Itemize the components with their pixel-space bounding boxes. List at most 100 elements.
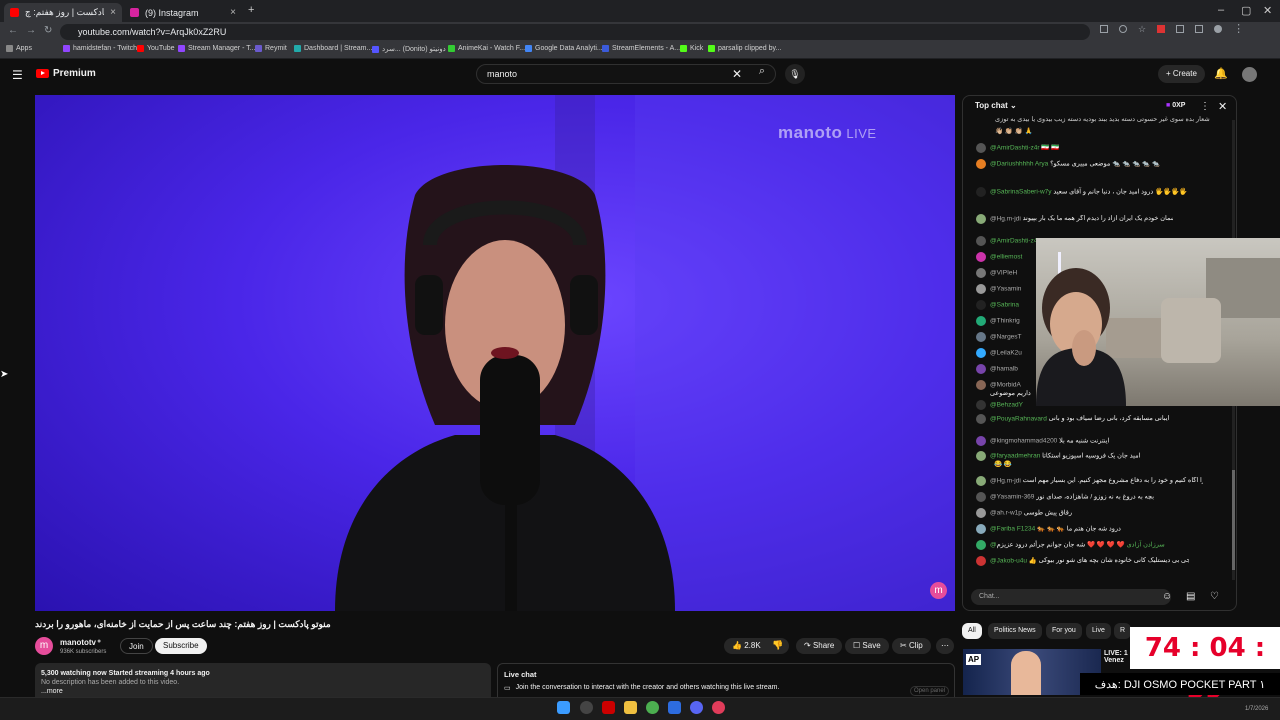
chat-mode-dropdown[interactable]: Top chat ⌄ [975,101,1017,110]
heart-icon[interactable]: ♡ [1210,591,1219,602]
goal-caption: DJI OSMO POCKET PART ۱ :هدف [1080,673,1280,695]
chat-menu-dots-icon[interactable]: ⋮ [1200,101,1210,112]
verified-icon: ● [97,638,102,645]
install-icon[interactable] [1100,25,1108,33]
close-chat-icon[interactable]: ✕ [1218,100,1227,113]
search-icon[interactable]: ⌕ [750,65,774,83]
more-actions-button[interactable]: ⋯ [936,638,954,654]
thumbnail-person [1011,651,1041,695]
bookmark-item[interactable]: سرد... (Donito) دونیتو [372,45,446,53]
recommended-video-title[interactable]: LIVE: 1 Venez [1104,650,1128,664]
windows-taskbar [0,697,1280,720]
user-avatar [976,300,986,310]
microphone-icon[interactable]: 🎙 [785,64,805,84]
taskbar-app-icon[interactable] [602,701,615,714]
chip-r[interactable]: R [1114,623,1132,639]
mouse-cursor-icon: ➤ [0,369,9,380]
chat-message: @Yasamin-369 بچه به دروغ به نه زوزو / شا… [976,492,1154,502]
search-input[interactable]: manoto [476,64,776,84]
chat-message: @elliemost [976,252,1022,262]
dislike-icon[interactable]: 👎 [772,640,783,651]
user-avatar [976,236,986,246]
taskbar-app-icon[interactable] [668,701,681,714]
bookmark-item[interactable]: Stream Manager - T... [178,45,256,52]
points-badge[interactable]: ■ 0XP [1166,102,1185,109]
browser-tab-instagram[interactable]: (9) Instagram × [124,3,242,22]
chip-politics-news[interactable]: Politics News [988,623,1042,639]
twitch-icon [63,45,70,52]
chip-for-you[interactable]: For you [1046,623,1082,639]
open-panel-button[interactable]: Open panel [910,686,950,696]
browser-tab-strip: منوتو پادکست | روز هفتم: چ... × (9) Inst… [0,0,1280,22]
bookmark-item[interactable]: hamidstefan - Twitch [63,45,137,52]
emoji-icon[interactable]: ☺ [1162,591,1172,602]
channel-avatar[interactable]: m [35,637,53,655]
discord-icon[interactable] [690,701,703,714]
close-tab-icon[interactable]: × [230,7,236,18]
bookmark-item[interactable]: AnimeKai - Watch F... [448,45,525,52]
sidepanel-icon[interactable] [1195,25,1204,33]
video-frame-illustration [335,95,955,611]
user-avatar [976,214,986,224]
live-chat-row: ▭ Join the conversation to interact with… [504,684,948,692]
save-button[interactable]: ☐ Save [845,638,889,654]
subscribe-button[interactable]: Subscribe [155,638,207,654]
menu-dots-icon[interactable]: ⋮ [1233,24,1244,37]
clip-button[interactable]: ✂ Clip [892,638,931,654]
windows-start-icon[interactable] [557,701,570,714]
bookmark-item[interactable]: StreamElements - A... [602,45,680,52]
maximize-window-button[interactable]: ▢ [1241,4,1251,17]
taskbar-search-icon[interactable] [580,701,593,714]
create-button[interactable]: + Create [1158,65,1205,83]
more-link[interactable]: ...more [41,687,485,696]
profile-icon[interactable] [1214,25,1223,33]
account-avatar[interactable] [1242,67,1257,82]
notifications-bell-icon[interactable]: 🔔 [1214,67,1228,80]
reload-icon[interactable]: ↻ [44,25,52,36]
url-bar[interactable]: youtube.com/watch?v=ArqJk0xZ2RU [60,24,1090,40]
channel-name[interactable]: manototv [60,638,96,647]
chrome-icon[interactable] [646,701,659,714]
star-icon[interactable]: ☆ [1138,25,1146,37]
forward-arrow-icon[interactable]: → [26,25,36,36]
bookmark-item[interactable]: YouTube [137,45,175,52]
super-chat-icon[interactable]: ▤ [1186,591,1195,602]
browser-tab-youtube[interactable]: منوتو پادکست | روز هفتم: چ... × [4,3,122,22]
bookmark-item[interactable]: Dashboard | Stream... [294,45,372,52]
bookmark-item[interactable]: Google Data Analyti... [525,45,603,52]
bookmark-item[interactable]: Reymit [255,45,287,52]
pdf-extension-icon[interactable] [1157,25,1166,33]
user-avatar [976,476,986,486]
clear-search-icon[interactable]: ✕ [732,67,742,81]
hamburger-menu-icon[interactable]: ☰ [12,68,23,82]
user-avatar [976,451,986,461]
share-button[interactable]: ↷ Share [796,638,843,654]
bookmark-item[interactable]: parsalip clipped by... [708,45,781,52]
channel-branding-badge[interactable]: m [930,582,947,599]
close-window-button[interactable]: ✕ [1263,4,1272,17]
bookmark-apps[interactable]: Apps [6,45,32,52]
join-button[interactable]: Join [120,638,153,654]
video-player[interactable] [35,95,955,611]
youtube-premium-logo[interactable]: Premium [36,68,96,79]
back-arrow-icon[interactable]: ← [8,25,18,36]
file-explorer-icon[interactable] [624,701,637,714]
chat-bubble-icon: ▭ [504,685,511,692]
tab-title: (9) Instagram [145,7,199,18]
taskbar-app-icon[interactable] [712,701,725,714]
bookmark-item[interactable]: Kick [680,45,703,52]
user-avatar [976,380,986,390]
view-stats: 5,300 watching now Started streaming 4 h… [41,670,210,677]
user-avatar [976,556,986,566]
subscriber-count: 936K subscribers [60,649,107,655]
puzzle-extension-icon[interactable] [1176,25,1185,33]
description-text: No description has been added to this vi… [41,679,180,686]
close-tab-icon[interactable]: × [110,7,116,18]
chat-input[interactable]: Chat... [971,589,1171,605]
chip-all[interactable]: All [962,623,982,639]
minimize-window-button[interactable]: – [1218,4,1224,16]
eye-off-icon[interactable] [1119,25,1127,33]
chip-live[interactable]: Live [1086,623,1111,639]
extension-icons: ☆ ⋮ [1100,24,1260,37]
new-tab-button[interactable]: + [248,4,254,16]
